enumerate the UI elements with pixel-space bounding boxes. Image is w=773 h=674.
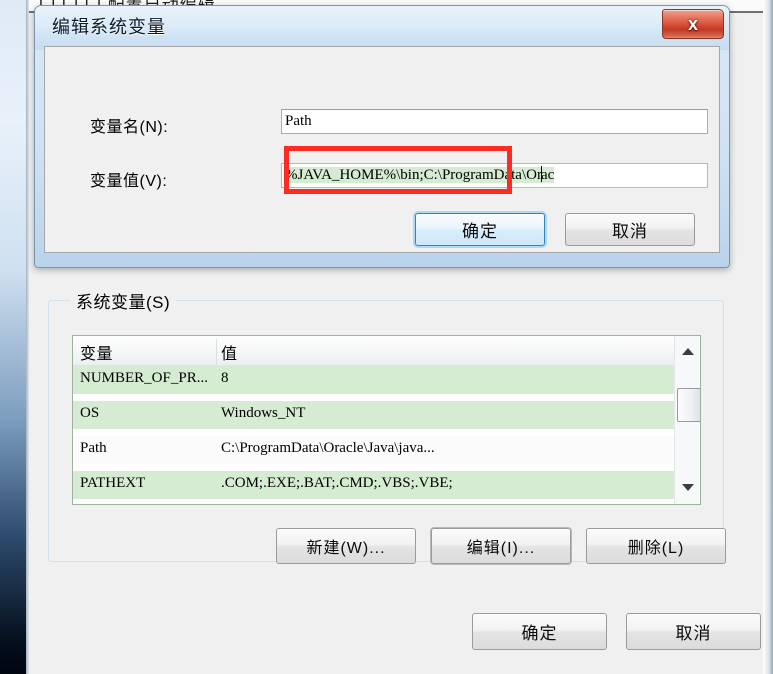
cell-variable-value: .COM;.EXE;.BAT;.CMD;.VBS;.VBE; — [221, 475, 453, 491]
cell-variable-name: OS — [80, 405, 100, 421]
dialog-cancel-button[interactable]: 取消 — [565, 213, 695, 246]
column-header-value[interactable]: 值 — [221, 340, 238, 364]
list-header: 变量 值 — [73, 336, 700, 366]
dialog-ok-button[interactable]: 确定 — [415, 213, 545, 246]
column-divider[interactable] — [216, 339, 217, 365]
environment-variables-dialog: [ ] [ ] [ ] 配置自动编辑 编辑系统变量 x 变量名(N): Path… — [29, 0, 773, 674]
cell-variable-value: 8 — [221, 370, 229, 386]
table-row[interactable]: OS Windows_NT — [73, 401, 675, 429]
cell-variable-value: C:\ProgramData\Oracle\Java\java... — [221, 440, 435, 456]
column-header-variable[interactable]: 变量 — [80, 340, 113, 364]
edit-variable-button[interactable]: 编辑(I)... — [431, 528, 571, 564]
table-row[interactable]: NUMBER_OF_PR... 8 — [73, 366, 675, 394]
variable-name-label: 变量名(N): — [90, 119, 169, 136]
new-variable-button[interactable]: 新建(W)... — [276, 528, 416, 564]
edit-system-variable-dialog: 编辑系统变量 x 变量名(N): Path 变量值(V): %JAVA_HOME… — [34, 5, 730, 268]
scroll-down-button[interactable] — [675, 474, 700, 500]
scrollbar-thumb[interactable] — [677, 388, 700, 422]
parent-cancel-button[interactable]: 取消 — [626, 613, 761, 650]
chevron-up-icon — [681, 347, 694, 355]
scroll-up-button[interactable] — [675, 338, 700, 364]
variable-value-label: 变量值(V): — [90, 173, 168, 190]
chevron-down-icon — [681, 483, 694, 491]
annotation-highlight-rectangle — [284, 146, 512, 194]
system-variables-list[interactable]: 变量 值 NUMBER_OF_PR... 8 OS Windows_NT Pat… — [72, 335, 701, 505]
delete-variable-button[interactable]: 删除(L) — [586, 528, 726, 564]
dialog-titlebar: 编辑系统变量 x — [35, 6, 729, 50]
close-button[interactable]: x — [662, 9, 724, 39]
variable-name-row: 变量名(N): Path — [45, 109, 719, 139]
system-variables-group-label: 系统变量(S) — [70, 288, 177, 313]
table-row[interactable]: PATHEXT .COM;.EXE;.BAT;.CMD;.VBS;.VBE; — [73, 471, 675, 499]
cell-variable-value: Windows_NT — [221, 405, 306, 421]
close-icon: x — [687, 14, 698, 34]
variable-name-input[interactable]: Path — [281, 109, 708, 134]
table-row-selected[interactable]: Path C:\ProgramData\Oracle\Java\java... — [73, 436, 675, 464]
variable-value-after-caret: ac — [540, 167, 555, 183]
list-scrollbar[interactable] — [674, 336, 700, 504]
window-right-edge — [763, 0, 773, 674]
parent-ok-button[interactable]: 确定 — [472, 613, 607, 650]
desktop-background-strip — [0, 0, 26, 674]
dialog-title: 编辑系统变量 — [52, 17, 166, 37]
cell-variable-name: NUMBER_OF_PR... — [80, 370, 208, 386]
cell-variable-name: Path — [80, 440, 107, 456]
cell-variable-name: PATHEXT — [80, 475, 146, 491]
